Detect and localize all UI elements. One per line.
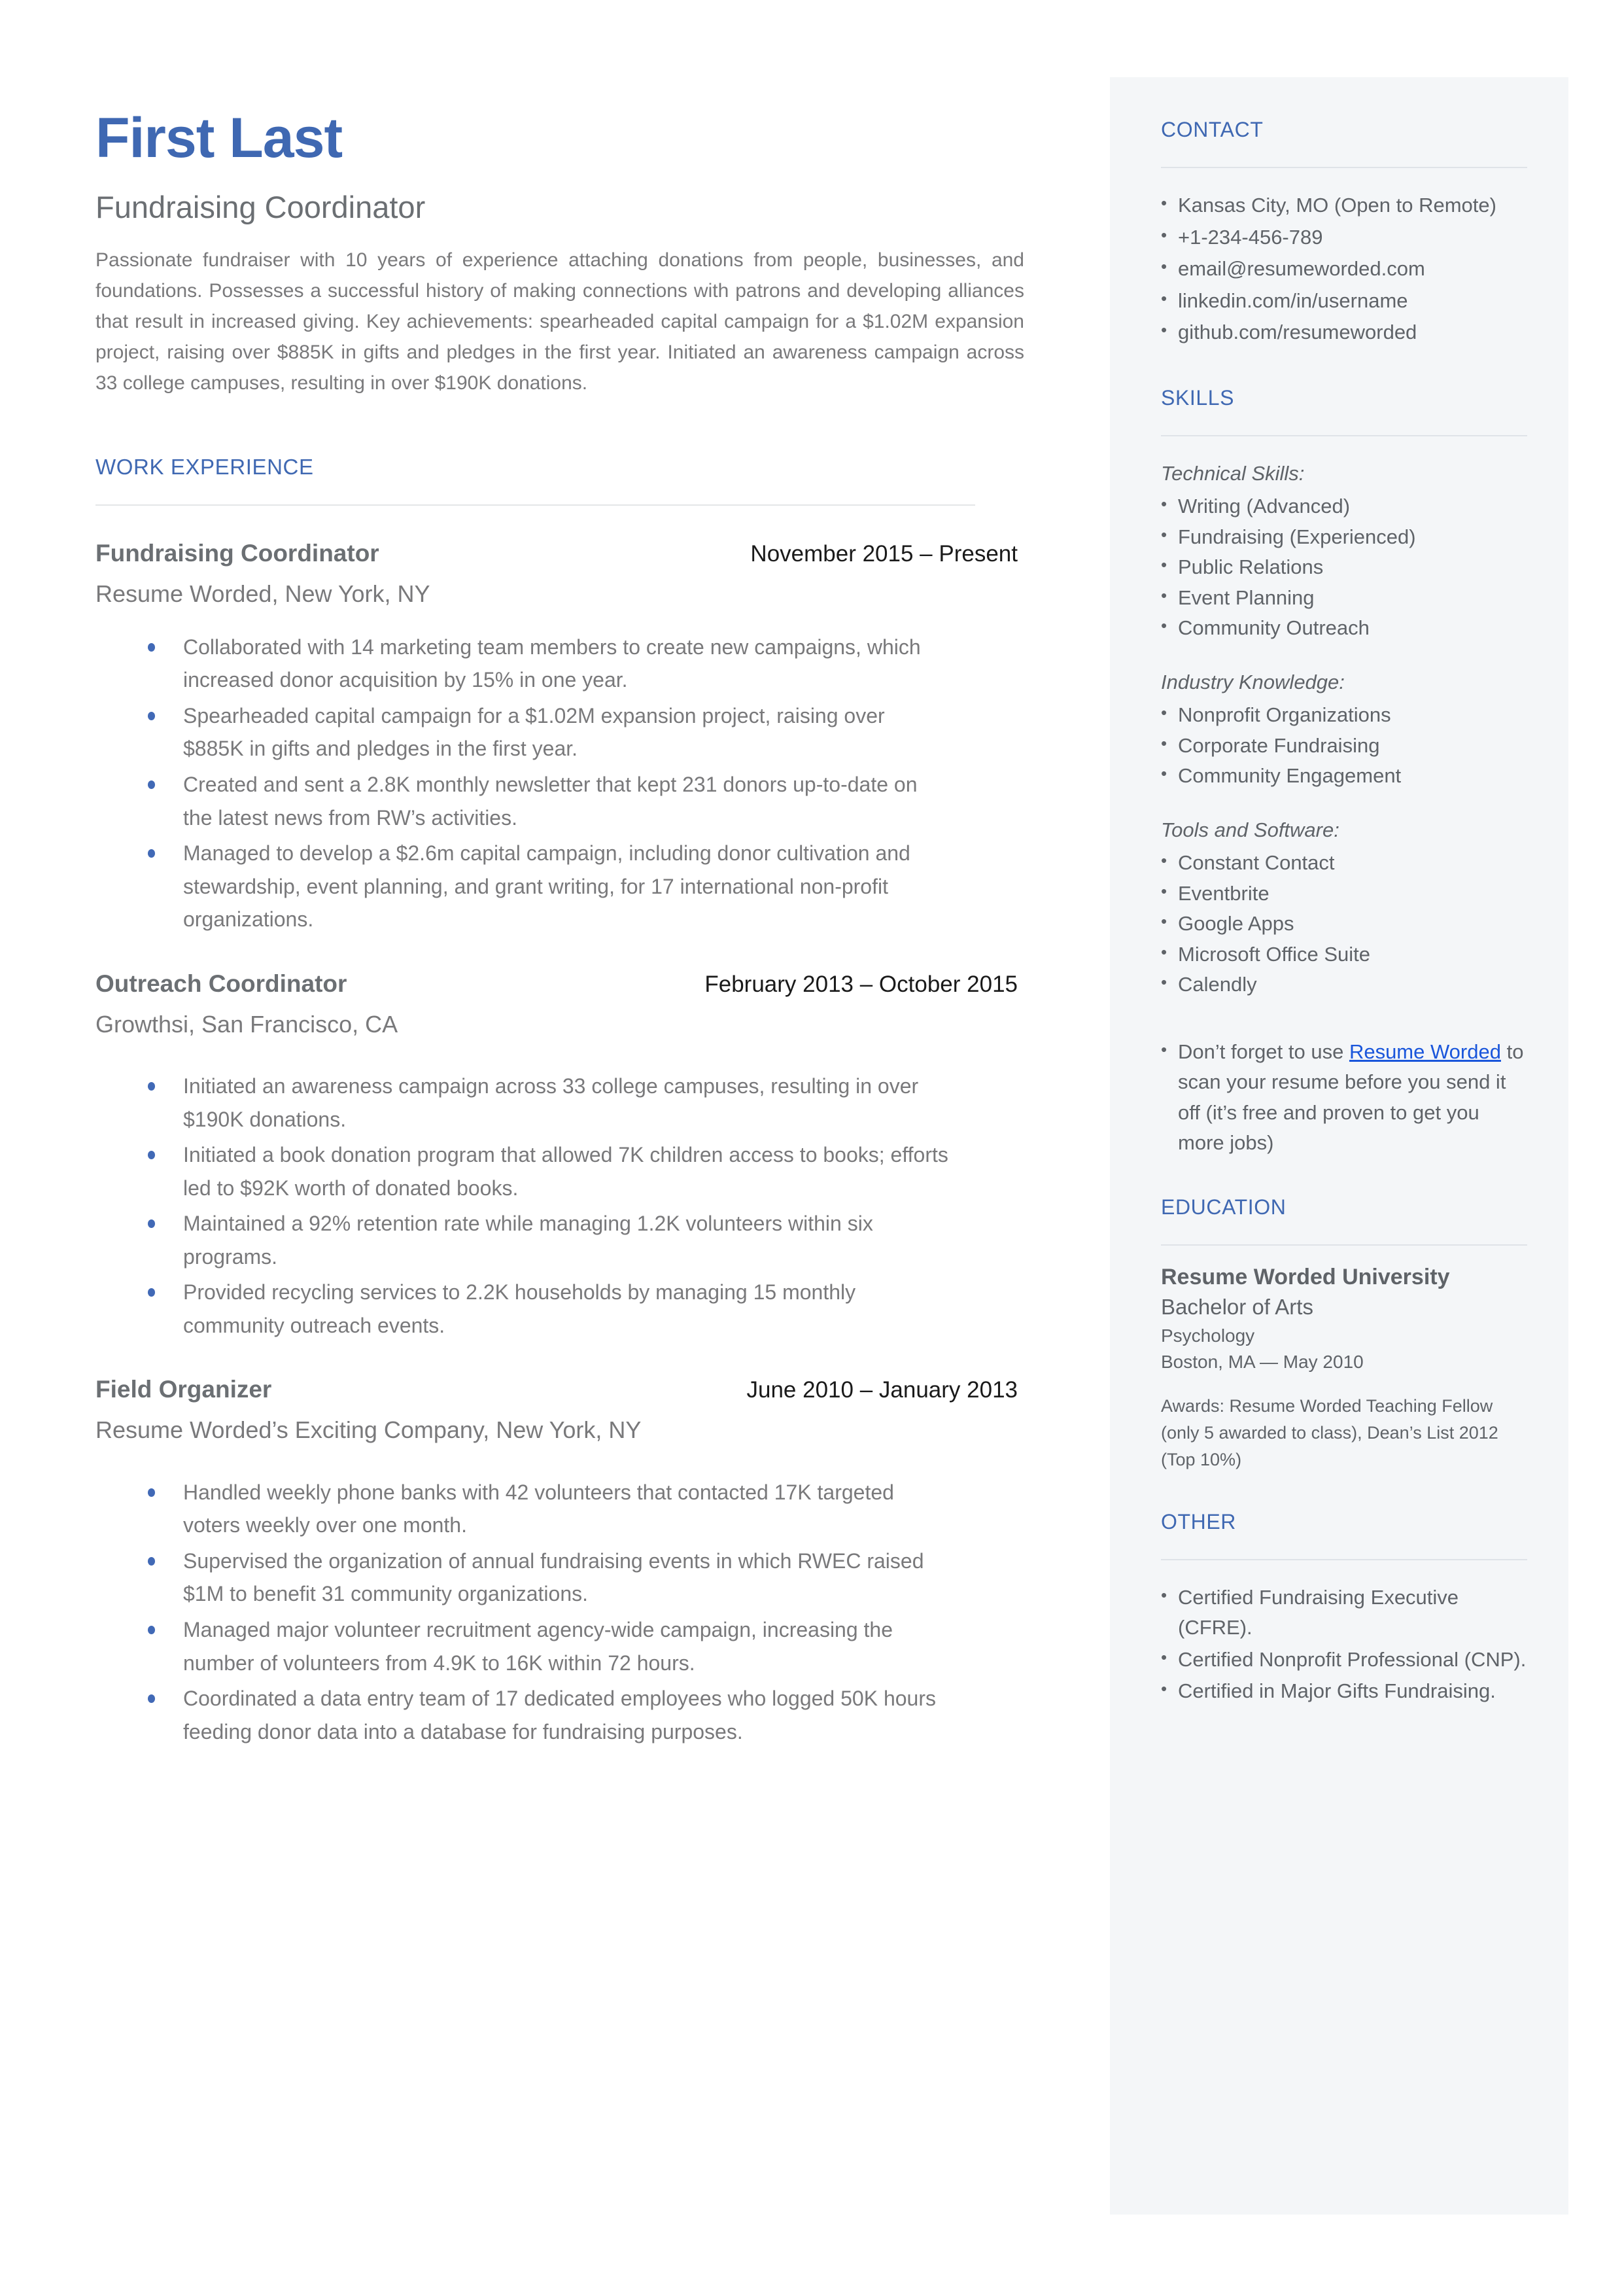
main-column: First Last Fundraising Coordinator Passi… (95, 0, 1024, 1751)
job-dates: June 2010 – January 2013 (746, 1377, 1018, 1403)
job-company: Resume Worded, New York, NY (95, 580, 430, 608)
contact-heading: CONTACT (1161, 118, 1264, 141)
skill-item: Corporate Fundraising (1161, 731, 1527, 762)
other-divider (1161, 1558, 1527, 1560)
job-title: Fundraising Coordinator (95, 540, 379, 567)
education-location-date: Boston, MA — May 2010 (1161, 1352, 1364, 1373)
skill-item: Public Relations (1161, 552, 1527, 583)
job-dates: February 2013 – October 2015 (704, 971, 1018, 997)
job-bullet: Initiated an awareness campaign across 3… (145, 1070, 950, 1136)
certification-item: Certified Nonprofit Professional (CNP). (1161, 1645, 1527, 1675)
skills-divider (1161, 434, 1527, 436)
job-bullet: Managed to develop a $2.6m capital campa… (145, 837, 950, 936)
contact-section: CONTACT Kansas City, MO (Open to Remote)… (1161, 118, 1527, 348)
professional-summary: Passionate fundraiser with 10 years of e… (95, 249, 1024, 394)
job-bullet: Initiated a book donation program that a… (145, 1138, 950, 1204)
education-field: Psychology (1161, 1325, 1255, 1346)
skills-group-industry-list: Nonprofit Organizations Corporate Fundra… (1161, 700, 1527, 792)
sidebar-panel: CONTACT Kansas City, MO (Open to Remote)… (1110, 77, 1568, 2215)
skills-group-industry-label: Industry Knowledge: (1161, 670, 1345, 693)
contact-list: Kansas City, MO (Open to Remote) +1-234-… (1161, 190, 1527, 348)
education-heading: EDUCATION (1161, 1195, 1287, 1219)
job-header-row: Outreach Coordinator February 2013 – Oct… (95, 970, 1024, 1002)
other-section: OTHER Certified Fundraising Executive (C… (1161, 1510, 1527, 1707)
job-bullet: Coordinated a data entry team of 17 dedi… (145, 1682, 950, 1748)
job-bullet: Supervised the organization of annual fu… (145, 1545, 950, 1611)
skills-heading: SKILLS (1161, 385, 1235, 410)
contact-linkedin[interactable]: linkedin.com/in/username (1161, 286, 1527, 317)
skill-item: Event Planning (1161, 583, 1527, 614)
job-title: Field Organizer (95, 1376, 272, 1403)
resume-worded-promo: Don’t forget to use Resume Worded to sca… (1161, 1037, 1527, 1159)
job-bullet: Spearheaded capital campaign for a $1.02… (145, 699, 950, 765)
job-title: Outreach Coordinator (95, 970, 347, 997)
certification-item: Certified Fundraising Executive (CFRE). (1161, 1583, 1527, 1643)
resume-worded-link[interactable]: Resume Worded (1349, 1040, 1501, 1063)
education-section: EDUCATION Resume Worded University Bache… (1161, 1195, 1527, 1473)
skills-group-tools-list: Constant Contact Eventbrite Google Apps … (1161, 848, 1527, 1000)
job-dates: November 2015 – Present (750, 541, 1018, 567)
work-experience-heading: WORK EXPERIENCE (95, 455, 314, 480)
job-header-row: Fundraising Coordinator November 2015 – … (95, 540, 1024, 571)
job-entry: Fundraising Coordinator November 2015 – … (95, 540, 1024, 936)
job-bullet-list: Collaborated with 14 marketing team memb… (95, 631, 1024, 936)
contact-divider (1161, 167, 1527, 168)
contact-email[interactable]: email@resumeworded.com (1161, 254, 1527, 285)
skills-group-technical-list: Writing (Advanced) Fundraising (Experien… (1161, 491, 1527, 644)
job-bullet: Managed major volunteer recruitment agen… (145, 1613, 950, 1679)
skill-item: Fundraising (Experienced) (1161, 522, 1527, 553)
education-school: Resume Worded University (1161, 1264, 1450, 1289)
skill-item: Nonprofit Organizations (1161, 700, 1527, 731)
job-entry: Outreach Coordinator February 2013 – Oct… (95, 970, 1024, 1342)
job-company: Resume Worded’s Exciting Company, New Yo… (95, 1416, 642, 1444)
education-degree: Bachelor of Arts (1161, 1295, 1313, 1320)
skill-item: Calendly (1161, 970, 1527, 1000)
sidebar-content: CONTACT Kansas City, MO (Open to Remote)… (1161, 118, 1527, 1708)
job-header-row: Field Organizer June 2010 – January 2013 (95, 1376, 1024, 1407)
contact-location: Kansas City, MO (Open to Remote) (1161, 190, 1527, 221)
other-list: Certified Fundraising Executive (CFRE). … (1161, 1583, 1527, 1707)
skill-item: Community Outreach (1161, 613, 1527, 644)
job-bullet: Handled weekly phone banks with 42 volun… (145, 1476, 950, 1542)
job-entry: Field Organizer June 2010 – January 2013… (95, 1376, 1024, 1748)
skill-item: Constant Contact (1161, 848, 1527, 879)
skill-item: Microsoft Office Suite (1161, 939, 1527, 970)
job-role-subtitle: Fundraising Coordinator (95, 190, 426, 224)
skill-item: Community Engagement (1161, 761, 1527, 792)
skills-group-tools-label: Tools and Software: (1161, 818, 1339, 841)
skill-item: Writing (Advanced) (1161, 491, 1527, 522)
certification-item: Certified in Major Gifts Fundraising. (1161, 1676, 1527, 1707)
job-company: Growthsi, San Francisco, CA (95, 1010, 398, 1038)
skills-section: SKILLS Technical Skills: Writing (Advanc… (1161, 386, 1527, 1159)
job-bullet: Collaborated with 14 marketing team memb… (145, 631, 950, 697)
job-bullet: Maintained a 92% retention rate while ma… (145, 1207, 950, 1273)
contact-github[interactable]: github.com/resumeworded (1161, 317, 1527, 348)
work-experience-divider (95, 504, 975, 506)
job-bullet-list: Initiated an awareness campaign across 3… (95, 1070, 1024, 1342)
job-bullet: Created and sent a 2.8K monthly newslett… (145, 768, 950, 834)
skill-item: Eventbrite (1161, 879, 1527, 909)
page-title: First Last (95, 107, 343, 169)
other-heading: OTHER (1161, 1509, 1236, 1533)
job-bullet-list: Handled weekly phone banks with 42 volun… (95, 1476, 1024, 1748)
promo-text-before: Don’t forget to use (1178, 1040, 1349, 1063)
skill-item: Google Apps (1161, 909, 1527, 939)
education-awards: Awards: Resume Worded Teaching Fellow (o… (1161, 1395, 1498, 1469)
job-bullet: Provided recycling services to 2.2K hous… (145, 1276, 950, 1342)
skills-group-technical-label: Technical Skills: (1161, 461, 1305, 485)
education-divider (1161, 1244, 1527, 1246)
contact-phone[interactable]: +1-234-456-789 (1161, 222, 1527, 253)
